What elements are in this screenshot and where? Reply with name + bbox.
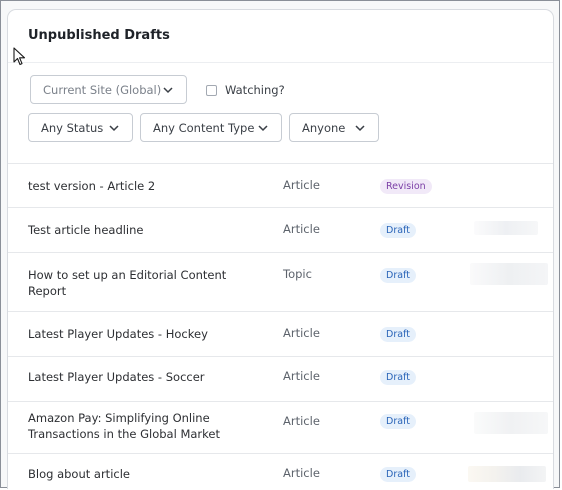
table-row[interactable]: Blog about article Article Draft — [8, 454, 553, 489]
blurred-avatar — [474, 221, 538, 235]
table-row[interactable]: Test article headline Article Draft — [8, 208, 553, 253]
site-filter-label: Current Site (Global) — [43, 82, 162, 97]
chevron-down-icon — [108, 122, 120, 134]
unpublished-drafts-panel: Unpublished Drafts Current Site (Global)… — [7, 9, 554, 489]
table-row[interactable]: Latest Player Updates - Soccer Article D… — [8, 357, 553, 402]
chevron-down-icon — [354, 122, 366, 134]
watching-label: Watching? — [225, 83, 285, 97]
table-row[interactable]: test version - Article 2 Article Revisio… — [8, 164, 553, 208]
draft-title-link[interactable]: How to set up an Editorial Content Repor… — [28, 267, 228, 299]
table-row[interactable]: Amazon Pay: Simplifying Online Transacti… — [8, 402, 553, 454]
mouse-cursor-icon — [13, 47, 26, 66]
blurred-avatar — [470, 263, 548, 285]
draft-title-link[interactable]: Latest Player Updates - Hockey — [28, 326, 228, 342]
status-filter-label: Any Status — [41, 120, 104, 135]
content-type: Article — [283, 369, 320, 383]
status-badge: Revision — [380, 179, 432, 194]
table-row[interactable]: How to set up an Editorial Content Repor… — [8, 253, 553, 312]
content-type: Article — [283, 178, 320, 192]
draft-title-link[interactable]: Amazon Pay: Simplifying Online Transacti… — [28, 410, 228, 442]
content-type-filter-label: Any Content Type — [153, 120, 255, 135]
window-frame: Unpublished Drafts Current Site (Global)… — [0, 0, 560, 489]
chevron-down-icon — [257, 122, 269, 134]
draft-title-link[interactable]: Test article headline — [28, 222, 228, 238]
status-badge: Draft — [380, 370, 416, 385]
status-badge: Draft — [380, 268, 416, 283]
panel-title: Unpublished Drafts — [28, 28, 170, 43]
chevron-down-icon — [162, 84, 174, 96]
draft-title-link[interactable]: test version - Article 2 — [28, 178, 228, 194]
status-filter-dropdown[interactable]: Any Status — [28, 113, 133, 142]
table-row[interactable]: Latest Player Updates - Hockey Article D… — [8, 312, 553, 357]
status-badge: Draft — [380, 467, 416, 482]
draft-title-link[interactable]: Blog about article — [28, 466, 228, 482]
status-badge: Draft — [380, 327, 416, 342]
content-type: Article — [283, 466, 320, 480]
watching-checkbox[interactable] — [206, 84, 217, 96]
draft-title-link[interactable]: Latest Player Updates - Soccer — [28, 369, 228, 385]
content-type: Topic — [283, 267, 312, 281]
header-divider — [8, 62, 553, 63]
watching-checkbox-group[interactable]: Watching? — [206, 83, 285, 97]
blurred-avatar — [474, 412, 548, 434]
user-filter-label: Anyone — [302, 120, 346, 135]
content-type-filter-dropdown[interactable]: Any Content Type — [140, 113, 282, 142]
content-type: Article — [283, 414, 320, 428]
user-filter-dropdown[interactable]: Anyone — [289, 113, 379, 142]
site-filter-dropdown[interactable]: Current Site (Global) — [30, 75, 187, 104]
content-type: Article — [283, 326, 320, 340]
blurred-avatar — [468, 466, 546, 482]
status-badge: Draft — [380, 414, 416, 429]
content-type: Article — [283, 222, 320, 236]
status-badge: Draft — [380, 223, 416, 238]
